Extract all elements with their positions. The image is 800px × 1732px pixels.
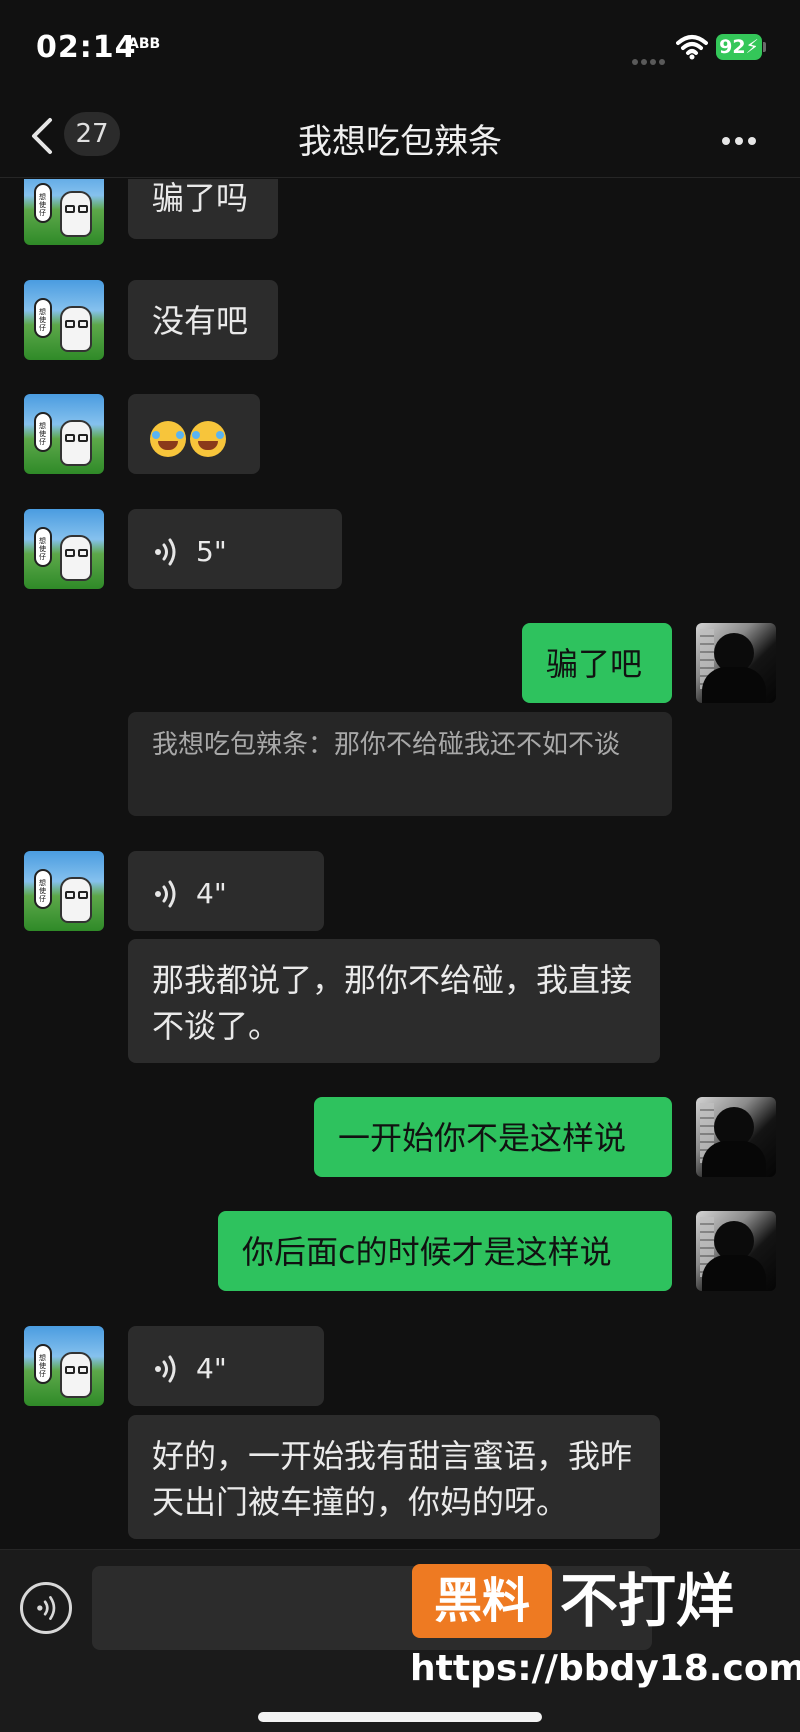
my-avatar[interactable] [696,1097,776,1177]
quoted-message[interactable]: 我想吃包辣条：那你不给碰我还不如不谈 [128,712,672,816]
message-bubble[interactable]: 那我都说了，那你不给碰，我直接不谈了。 [128,939,660,1063]
my-avatar[interactable] [696,1211,776,1291]
friend-avatar[interactable]: 想使仔 [24,280,104,360]
back-arrow-icon[interactable] [28,116,56,156]
message-list[interactable]: 想使仔 骗了吗 想使仔 没有吧 想使仔 想使仔 5" 骗了吧 我想吃包辣条：那你… [0,179,800,1549]
unread-count-badge[interactable]: 27 [64,112,120,156]
charging-icon: ⚡ [745,36,759,58]
wifi-icon [676,35,708,60]
friend-avatar[interactable]: 想使仔 [24,1326,104,1406]
battery-indicator: 92⚡ [716,34,762,60]
voice-duration: 4" [196,1352,227,1385]
message-bubble[interactable]: 一开始你不是这样说 [314,1097,672,1177]
message-text: 骗了吧 [546,645,643,683]
message-bubble[interactable]: 骗了吧 [522,623,672,703]
battery-tip [763,42,766,52]
voice-wave-icon [155,1355,176,1383]
message-bubble[interactable]: 骗了吗 [128,179,278,239]
watermark-text: 不打烊 [560,1567,735,1635]
cellular-signal-icon [632,50,668,65]
voice-wave-icon [155,880,176,908]
emoji-message-bubble[interactable] [128,394,260,474]
watermark-logo-box: 黑料 [412,1564,552,1638]
tears-of-joy-emoji [190,421,226,457]
battery-level: 92 [719,36,746,58]
message-bubble[interactable]: 没有吧 [128,280,278,360]
message-text: 没有吧 [152,302,249,340]
friend-avatar[interactable]: 想使仔 [24,179,104,245]
voice-duration: 4" [196,877,227,910]
message-text: 那我都说了，那你不给碰，我直接不谈了。 [152,961,633,1045]
message-bubble[interactable]: 你后面c的时候才是这样说 [218,1211,672,1291]
message-bubble[interactable]: 好的，一开始我有甜言蜜语，我昨天出门被车撞的，你妈的呀。 [128,1415,660,1539]
friend-avatar[interactable]: 想使仔 [24,509,104,589]
status-time: 02:14 [36,30,137,65]
quoted-text: 我想吃包辣条：那你不给碰我还不如不谈 [152,730,621,760]
status-bar: 02:14 ABB 92⚡ [0,0,800,92]
message-text: 骗了吗 [152,179,249,217]
voice-input-icon[interactable] [20,1582,72,1634]
voice-message-bubble[interactable]: 5" [128,509,342,589]
my-avatar[interactable] [696,623,776,703]
message-text: 好的，一开始我有甜言蜜语，我昨天出门被车撞的，你妈的呀。 [152,1437,633,1521]
chat-title: 我想吃包辣条 [298,122,502,162]
status-app-tag: ABB [128,36,161,52]
crying-laughing-emoji [150,421,186,457]
watermark: 黑料 不打烊 https://bbdy18.com [410,1562,800,1722]
voice-message-bubble[interactable]: 4" [128,1326,324,1406]
friend-avatar[interactable]: 想使仔 [24,394,104,474]
voice-wave-icon [155,538,176,566]
message-text: 你后面c的时候才是这样说 [242,1233,612,1271]
message-text: 一开始你不是这样说 [338,1119,627,1157]
watermark-url: https://bbdy18.com [410,1648,800,1689]
voice-duration: 5" [196,535,227,568]
chat-header: 27 我想吃包辣条 [0,92,800,178]
more-icon[interactable] [722,130,766,145]
voice-message-bubble[interactable]: 4" [128,851,324,931]
friend-avatar[interactable]: 想使仔 [24,851,104,931]
